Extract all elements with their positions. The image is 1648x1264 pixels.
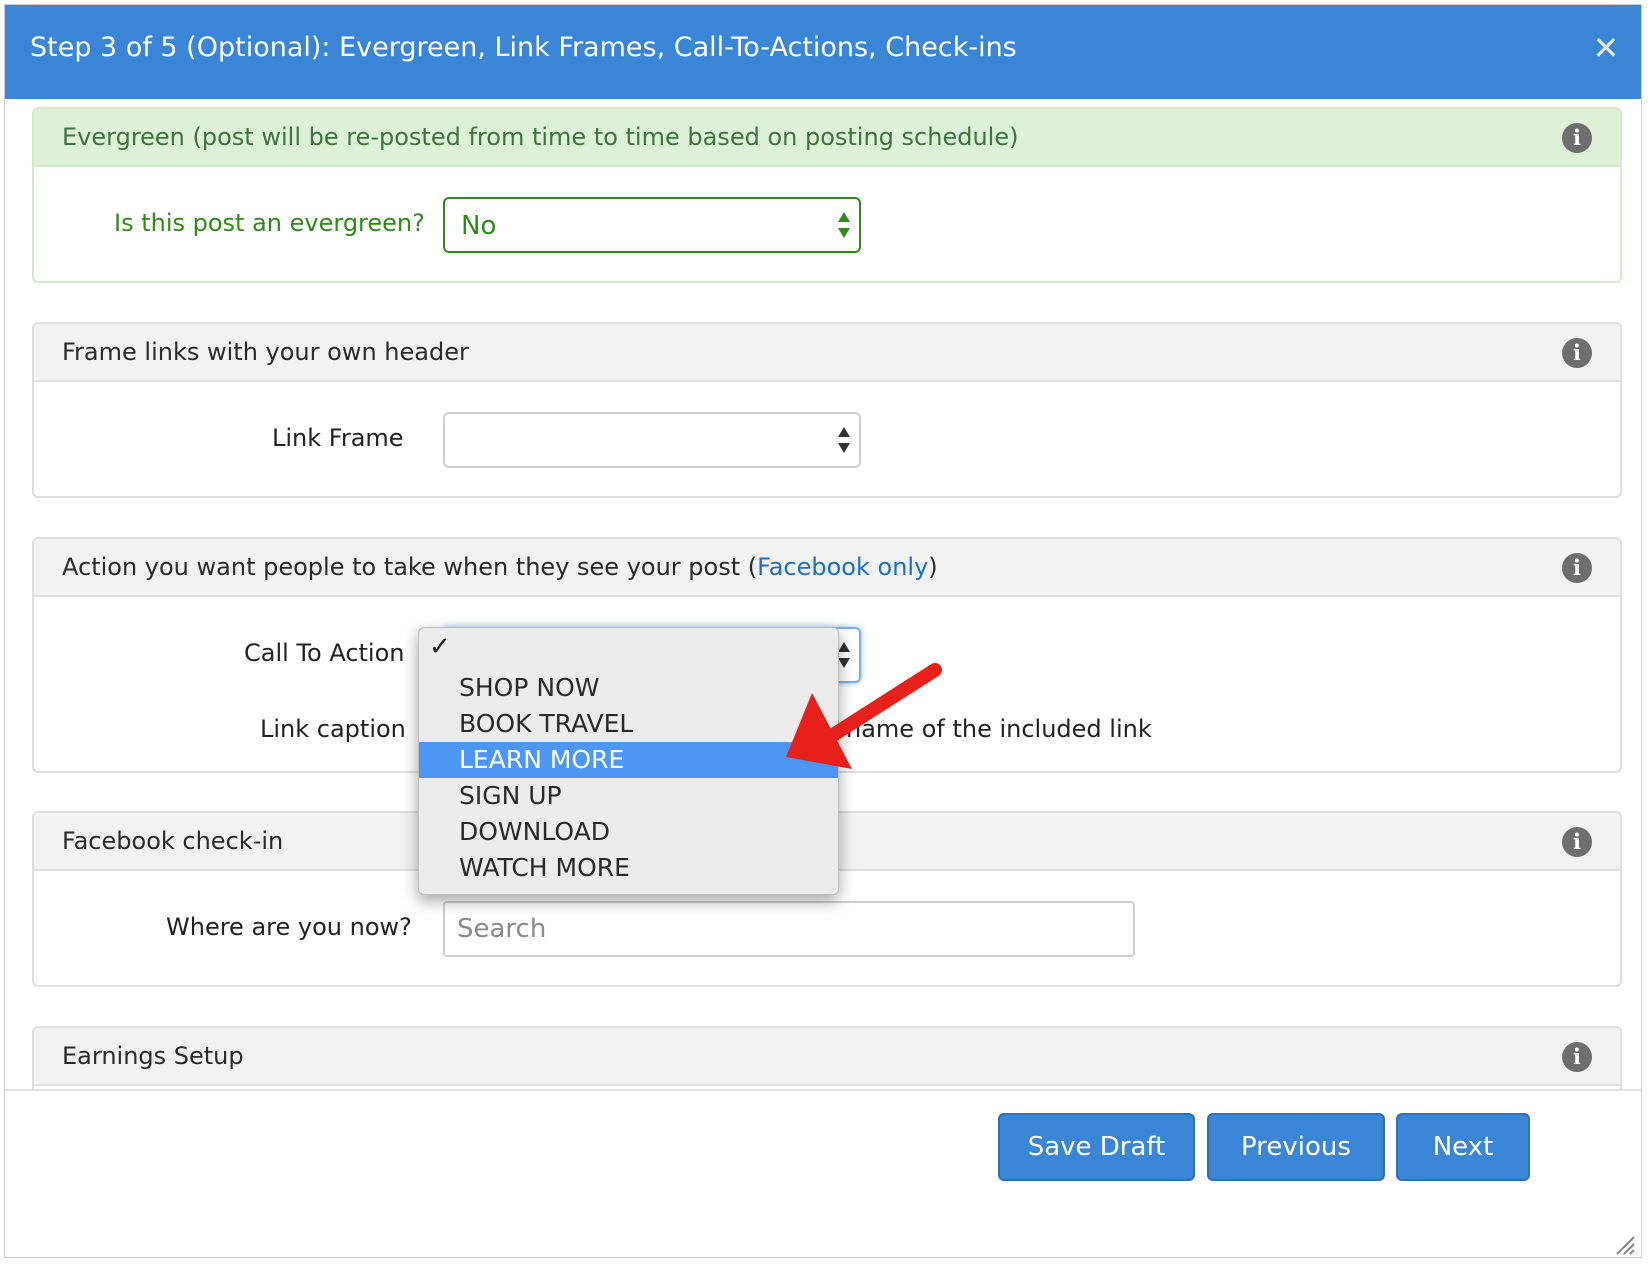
link-frame-label: Link Frame (272, 424, 404, 452)
save-draft-button[interactable]: Save Draft (998, 1113, 1195, 1181)
resize-handle-icon[interactable] (1613, 1233, 1635, 1255)
previous-button[interactable]: Previous (1207, 1113, 1385, 1181)
link-caption-label: Link caption (260, 715, 406, 743)
cta-dropdown-list: ✓ SHOP NOW BOOK TRAVEL LEARN MORE SIGN U… (418, 627, 839, 895)
cta-heading-prefix: Action you want people to take when they… (62, 553, 758, 581)
cta-panel-heading: Action you want people to take when they… (34, 539, 1620, 597)
evergreen-question-label: Is this post an evergreen? (114, 209, 425, 237)
info-icon[interactable]: i (1562, 123, 1592, 153)
info-icon[interactable]: i (1562, 827, 1592, 857)
link-frame-select[interactable] (443, 412, 861, 468)
link-frame-panel: Frame links with your own header i Link … (32, 322, 1622, 498)
checkin-search-input[interactable] (443, 901, 1135, 957)
info-icon[interactable]: i (1562, 553, 1592, 583)
cta-heading-suffix: ) (928, 553, 938, 581)
link-caption-value[interactable]: name of the included link (846, 715, 1152, 743)
modal-footer: Save Draft Previous Next (5, 1089, 1641, 1257)
earnings-panel-heading: Earnings Setup i (34, 1028, 1620, 1086)
dropdown-option-watch-more[interactable]: WATCH MORE (419, 850, 838, 886)
modal-header: Step 3 of 5 (Optional): Evergreen, Link … (5, 5, 1641, 99)
evergreen-panel: Evergreen (post will be re-posted from t… (32, 107, 1622, 283)
info-icon[interactable]: i (1562, 1042, 1592, 1072)
evergreen-panel-heading: Evergreen (post will be re-posted from t… (34, 109, 1620, 167)
checkmark-icon: ✓ (429, 632, 451, 662)
cta-label: Call To Action (244, 639, 405, 667)
info-icon[interactable]: i (1562, 338, 1592, 368)
dropdown-option-book-travel[interactable]: BOOK TRAVEL (419, 706, 838, 742)
link-frame-panel-heading: Frame links with your own header i (34, 324, 1620, 382)
select-arrows-icon (837, 642, 851, 670)
evergreen-select[interactable]: No (443, 197, 861, 253)
select-arrows-icon (837, 427, 851, 455)
link-frame-heading: Frame links with your own header (62, 338, 469, 366)
checkin-heading: Facebook check-in (62, 827, 284, 855)
dropdown-option-sign-up[interactable]: SIGN UP (419, 778, 838, 814)
select-arrows-icon (837, 212, 851, 240)
close-icon[interactable]: ✕ (1589, 31, 1623, 65)
next-button[interactable]: Next (1396, 1113, 1530, 1181)
dropdown-option-download[interactable]: DOWNLOAD (419, 814, 838, 850)
cta-heading: Action you want people to take when they… (62, 553, 938, 581)
dropdown-option-learn-more[interactable]: LEARN MORE (419, 742, 838, 778)
dropdown-option-shop-now[interactable]: SHOP NOW (419, 670, 838, 706)
checkin-label: Where are you now? (166, 913, 412, 941)
modal-title: Step 3 of 5 (Optional): Evergreen, Link … (30, 32, 1017, 63)
evergreen-heading: Evergreen (post will be re-posted from t… (62, 123, 1019, 151)
facebook-only-link[interactable]: Facebook only (757, 553, 928, 581)
earnings-heading: Earnings Setup (62, 1042, 244, 1070)
evergreen-select-value: No (461, 211, 497, 241)
